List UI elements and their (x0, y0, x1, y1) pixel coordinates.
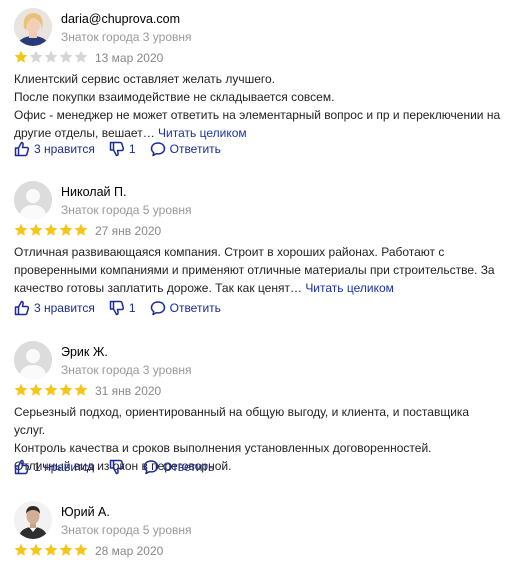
review-line: После покупки взаимодействие не складыва… (14, 90, 335, 104)
woman-avatar-icon (14, 8, 52, 46)
star-filled-icon (29, 383, 43, 396)
star-empty-icon (74, 50, 88, 63)
author-name[interactable]: Эрик Ж. (61, 345, 108, 359)
star-empty-icon (44, 50, 58, 63)
author-level: Знаток города 3 уровня (61, 30, 192, 44)
reply-button[interactable]: Ответить (143, 459, 214, 475)
thumbs-down-icon (109, 300, 125, 316)
star-filled-icon (59, 543, 73, 556)
reply-button[interactable]: Ответить (150, 300, 221, 316)
author-level: Знаток города 3 уровня (61, 363, 192, 377)
review-text: Клиентский сервис оставляет желать лучше… (14, 70, 502, 142)
star-filled-icon (14, 543, 28, 556)
avatar[interactable] (14, 8, 52, 46)
man-avatar-icon (14, 501, 52, 539)
thumbs-down-icon (109, 141, 125, 157)
rating-stars (14, 543, 88, 557)
star-filled-icon (14, 223, 28, 236)
thumbs-up-icon (14, 459, 30, 475)
reply-label: Ответить (162, 460, 215, 474)
star-filled-icon (74, 223, 88, 236)
review-line-text: Офис - менеджер не может ответить на эле… (14, 108, 501, 140)
star-filled-icon (74, 383, 88, 396)
review-line: Контроль качества и сроков выполнения ус… (14, 441, 432, 455)
dislike-button[interactable] (109, 459, 129, 475)
comment-icon (150, 142, 165, 157)
star-filled-icon (29, 223, 43, 236)
star-filled-icon (14, 50, 28, 63)
review-line: Клиентский сервис оставляет желать лучше… (14, 72, 275, 86)
review-card: daria@chuprova.com Знаток города 3 уровн… (0, 8, 512, 168)
review-line: Отличная развивающаяся компания. Строит … (14, 243, 502, 297)
review-date: 31 янв 2020 (95, 384, 162, 398)
review-date: 28 мар 2020 (95, 544, 164, 558)
star-filled-icon (44, 383, 58, 396)
comment-icon (143, 460, 159, 475)
dislike-count: 1 (128, 142, 136, 156)
review-line: Офис - менеджер не может ответить на эле… (14, 106, 502, 142)
read-more-link[interactable]: Читать целиком (305, 281, 394, 295)
author-level: Знаток города 5 уровня (61, 523, 192, 537)
review-actions: 3 нравится 1 Ответить (14, 139, 235, 159)
review-date: 27 янв 2020 (95, 224, 162, 238)
review-card: Николай П. Знаток города 5 уровня 27 янв… (0, 181, 512, 331)
review-date: 13 мар 2020 (95, 51, 164, 65)
avatar[interactable] (14, 181, 52, 219)
like-count: 3 нравится (34, 142, 95, 156)
read-more-link[interactable]: Читать целиком (158, 126, 247, 140)
dislike-count: 1 (128, 301, 136, 315)
review-actions: 3 нравится 1 Ответить (14, 298, 235, 318)
dislike-button[interactable]: 1 (109, 141, 136, 157)
author-name[interactable]: Николай П. (61, 185, 126, 199)
review-card: Юрий А. Знаток города 5 уровня 28 мар 20… (0, 501, 512, 565)
review-text: Отличная развивающаяся компания. Строит … (14, 243, 502, 297)
like-count: 1 нравится (34, 460, 95, 474)
star-filled-icon (44, 543, 58, 556)
review-actions: 1 нравится Ответить (14, 457, 228, 477)
like-button[interactable]: 1 нравится (14, 459, 95, 475)
default-user-icon (14, 181, 52, 219)
review-card: Эрик Ж. Знаток города 3 уровня 31 янв 20… (0, 341, 512, 491)
star-filled-icon (59, 223, 73, 236)
default-user-icon (14, 341, 52, 379)
star-filled-icon (29, 543, 43, 556)
reply-label: Ответить (169, 301, 221, 315)
review-line-text: Отличная развивающаяся компания. Строит … (14, 245, 495, 295)
author-name[interactable]: daria@chuprova.com (61, 12, 180, 26)
comment-icon (150, 301, 165, 316)
review-line: Серьезный подход, ориентированный на общ… (14, 405, 470, 437)
reply-label: Ответить (169, 142, 221, 156)
like-button[interactable]: 3 нравится (14, 141, 95, 157)
star-empty-icon (29, 50, 43, 63)
thumbs-up-icon (14, 141, 30, 157)
avatar[interactable] (14, 341, 52, 379)
star-filled-icon (59, 383, 73, 396)
author-name[interactable]: Юрий А. (61, 505, 110, 519)
rating-stars (14, 383, 88, 397)
thumbs-down-icon (109, 459, 125, 475)
rating-stars (14, 50, 88, 64)
reply-button[interactable]: Ответить (150, 141, 221, 157)
star-filled-icon (74, 543, 88, 556)
author-level: Знаток города 5 уровня (61, 203, 192, 217)
star-filled-icon (14, 383, 28, 396)
dislike-button[interactable]: 1 (109, 300, 136, 316)
like-count: 3 нравится (34, 301, 95, 315)
like-button[interactable]: 3 нравится (14, 300, 95, 316)
star-filled-icon (44, 223, 58, 236)
rating-stars (14, 223, 88, 237)
star-empty-icon (59, 50, 73, 63)
thumbs-up-icon (14, 300, 30, 316)
avatar[interactable] (14, 501, 52, 539)
